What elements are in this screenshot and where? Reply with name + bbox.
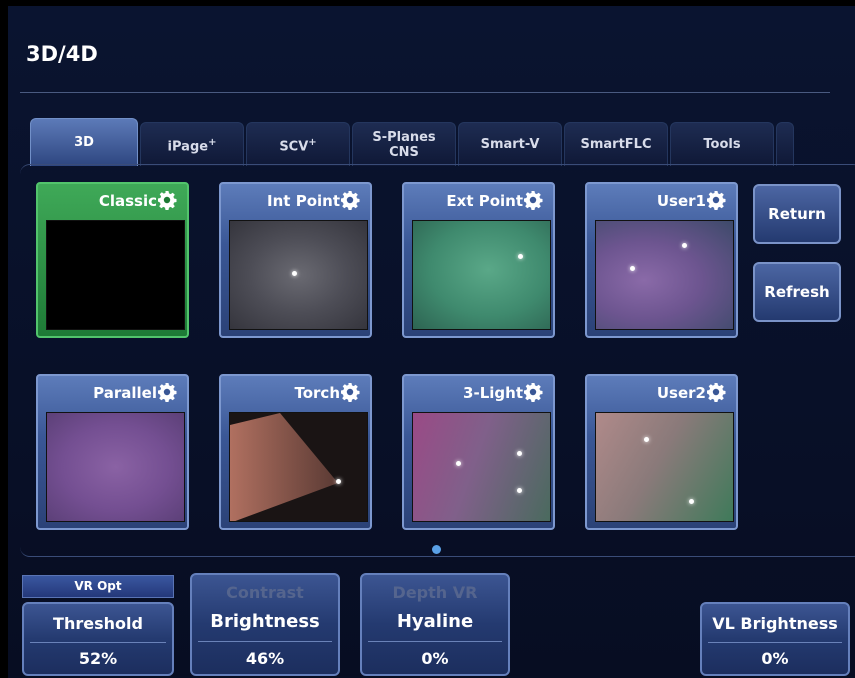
brightness-value: 46% (245, 649, 285, 668)
torch-beam (230, 413, 338, 521)
gear-icon[interactable] (157, 190, 177, 210)
preset-preview (412, 412, 551, 522)
preset-label: Torch (294, 384, 340, 402)
preset-label: Int Point (267, 192, 340, 210)
preset-label: Ext Point (446, 192, 523, 210)
preset-label: User2 (656, 384, 706, 402)
divider (198, 641, 332, 642)
light-point (682, 243, 687, 248)
divider (20, 92, 830, 93)
brightness-label: Brightness (210, 611, 320, 632)
depth-vr-label: Depth VR (392, 583, 478, 602)
gear-icon[interactable] (706, 382, 726, 402)
tab-label: 3D (74, 135, 94, 150)
gear-icon[interactable] (340, 382, 360, 402)
tab-label: Tools (703, 137, 741, 152)
preset-preview (412, 220, 551, 330)
light-point (630, 266, 635, 271)
threshold-value: 52% (78, 649, 118, 668)
divider (368, 641, 502, 642)
vr-opt-label: VR Opt (22, 575, 174, 598)
preset-int-point[interactable]: Int Point (219, 182, 372, 338)
preset-3-light[interactable]: 3-Light (402, 374, 555, 530)
vl-brightness-label: VL Brightness (712, 614, 838, 633)
tab-label: S-Planes CNS (372, 129, 436, 160)
vl-brightness-value: 0% (761, 649, 789, 668)
light-point (336, 479, 341, 484)
light-point (518, 254, 523, 259)
tab-tools[interactable]: Tools (670, 122, 774, 166)
tab-3d[interactable]: 3D (30, 118, 138, 166)
hyaline-value: 0% (421, 649, 449, 668)
preset-user2[interactable]: User2 (585, 374, 738, 530)
tab-s-planes-cns[interactable]: S-Planes CNS (352, 122, 456, 166)
light-point (456, 461, 461, 466)
gear-icon[interactable] (523, 190, 543, 210)
tab-smartflc[interactable]: SmartFLC (564, 122, 668, 166)
preset-preview (46, 412, 185, 522)
light-point (517, 451, 522, 456)
tab-label: SCV+ (279, 136, 317, 155)
preset-parallel[interactable]: Parallel (36, 374, 189, 530)
threshold-label: Threshold (53, 614, 143, 633)
preset-label: Parallel (93, 384, 157, 402)
preset-ext-point[interactable]: Ext Point (402, 182, 555, 338)
preset-preview (46, 220, 185, 330)
refresh-button[interactable]: Refresh (753, 262, 841, 322)
page-indicator-dot (432, 545, 441, 554)
preset-torch[interactable]: Torch (219, 374, 372, 530)
tab-smart-v[interactable]: Smart-V (458, 122, 562, 166)
page-title: 3D/4D (26, 42, 98, 66)
preset-preview (229, 220, 368, 330)
contrast-label: Contrast (226, 583, 304, 602)
tab-label: iPage+ (167, 136, 217, 155)
gear-icon[interactable] (340, 190, 360, 210)
preset-classic[interactable]: Classic (36, 182, 189, 338)
preset-preview (595, 412, 734, 522)
preset-preview (229, 412, 368, 522)
hyaline-control[interactable]: Depth VR Hyaline 0% (360, 573, 510, 676)
preset-label: 3-Light (463, 384, 523, 402)
preset-label: User1 (656, 192, 706, 210)
return-button[interactable]: Return (753, 184, 841, 244)
light-point (689, 499, 694, 504)
light-point (292, 271, 297, 276)
gear-icon[interactable] (523, 382, 543, 402)
preset-user1[interactable]: User1 (585, 182, 738, 338)
preset-preview (595, 220, 734, 330)
preset-label: Classic (98, 192, 157, 210)
tab-overflow[interactable] (776, 122, 794, 166)
tab-ipage[interactable]: iPage+ (140, 122, 244, 166)
gear-icon[interactable] (706, 190, 726, 210)
hyaline-label: Hyaline (396, 611, 474, 632)
light-point (517, 488, 522, 493)
tab-label: SmartFLC (580, 137, 652, 152)
gear-icon[interactable] (157, 382, 177, 402)
tab-label: Smart-V (480, 137, 540, 152)
vl-brightness-control[interactable]: VL Brightness 0% (700, 602, 850, 676)
divider (30, 642, 166, 643)
tab-scv[interactable]: SCV+ (246, 122, 350, 166)
light-point (644, 437, 649, 442)
threshold-control[interactable]: Threshold 52% (22, 602, 174, 676)
brightness-control[interactable]: Contrast Brightness 46% (190, 573, 340, 676)
divider (708, 642, 842, 643)
